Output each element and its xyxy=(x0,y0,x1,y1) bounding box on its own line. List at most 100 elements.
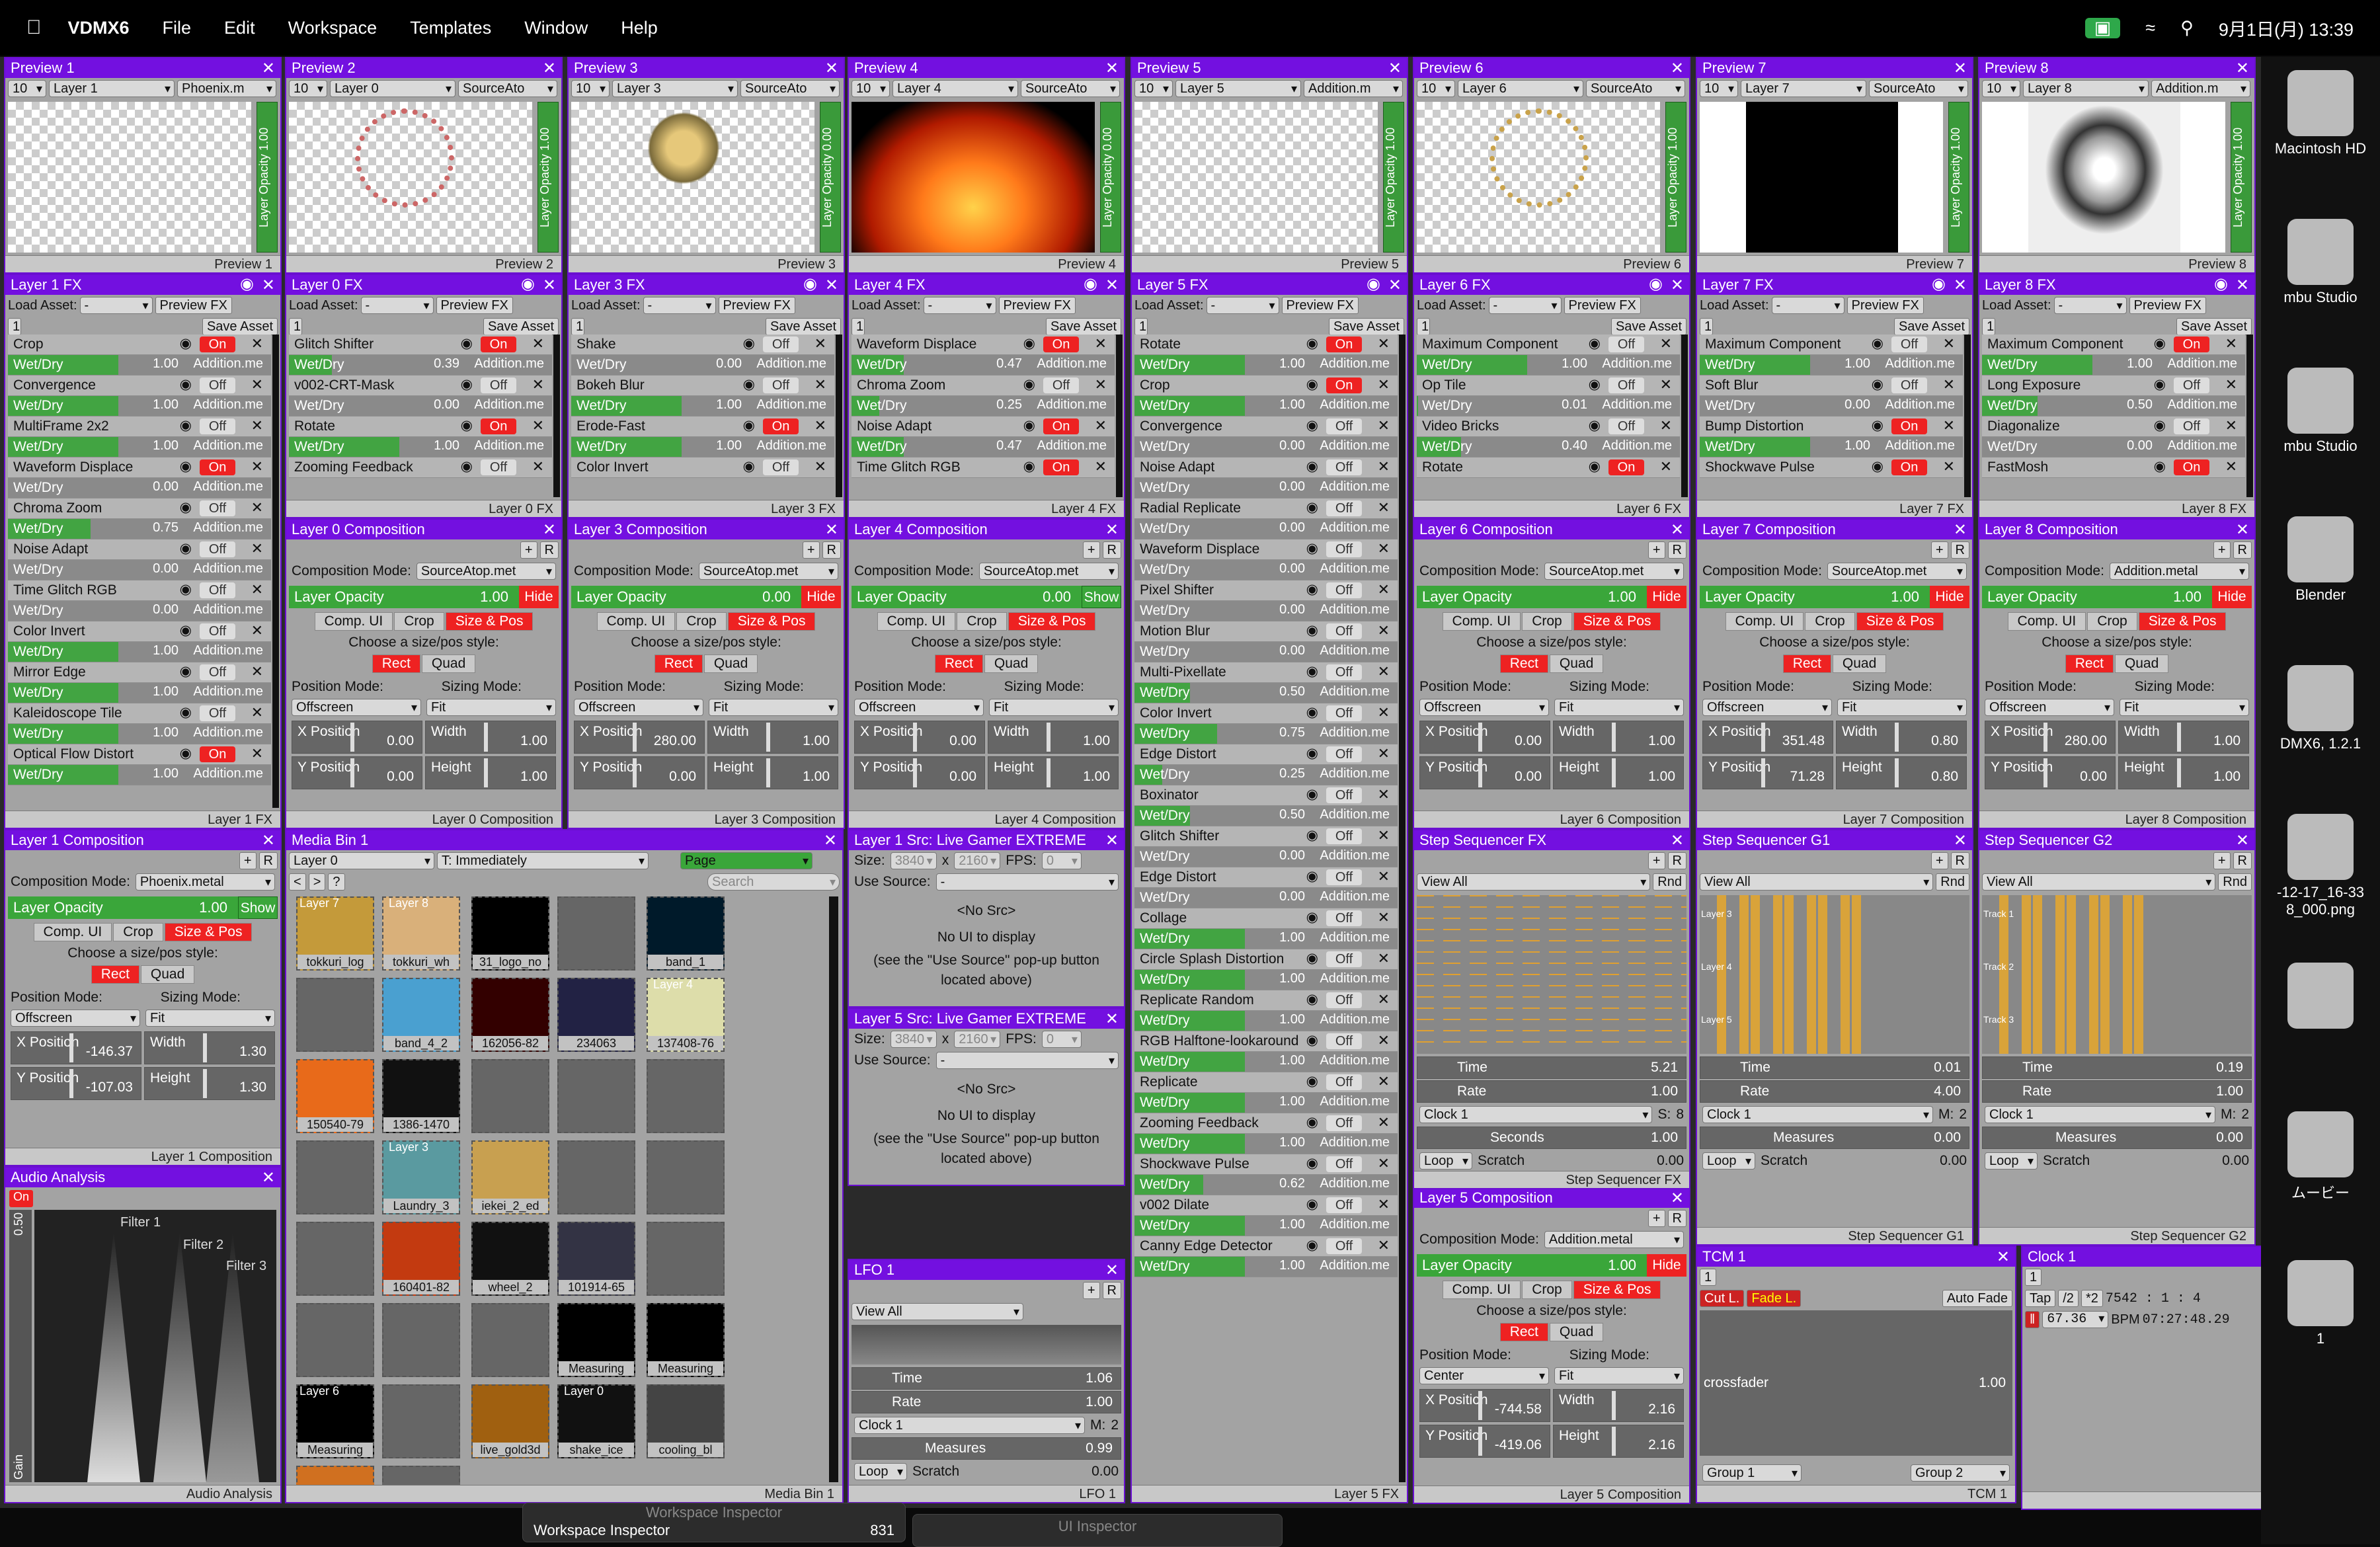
tab-comp-ui[interactable]: Comp. UI xyxy=(877,612,956,631)
eye-icon[interactable]: ◉ xyxy=(1932,275,1946,294)
next-page-button[interactable]: > xyxy=(308,873,326,891)
close-icon[interactable]: ✕ xyxy=(1378,1114,1390,1131)
desktop-icon[interactable]: 1 xyxy=(2261,1260,2380,1347)
comp-mode-select[interactable]: Addition.metal xyxy=(2109,563,2249,580)
close-icon[interactable]: ✕ xyxy=(251,622,263,639)
plus-icon[interactable]: + xyxy=(1930,852,1948,869)
rate-slider[interactable]: Rate 1.00 xyxy=(1982,1080,2252,1103)
close-icon[interactable]: ✕ xyxy=(814,335,826,352)
width-slider[interactable]: Width 1.30 xyxy=(144,1031,275,1064)
fx-toggle[interactable]: Off xyxy=(1891,377,1927,393)
fx-row[interactable]: Noise Adapt ◉ On ✕ xyxy=(852,416,1115,437)
close-icon[interactable]: ✕ xyxy=(1660,417,1672,434)
fps-input[interactable]: 0 xyxy=(1041,1031,1082,1048)
fx-row[interactable]: Zooming Feedback ◉ Off ✕ xyxy=(289,457,552,478)
height-slider[interactable]: Height 1.00 xyxy=(425,756,556,789)
height-input[interactable]: 2160 xyxy=(954,1031,1001,1048)
comp-mode-select[interactable]: SourceAtop.met xyxy=(416,563,556,580)
media-cell[interactable]: live_gold3d xyxy=(471,1384,549,1458)
close-icon[interactable]: ✕ xyxy=(1378,458,1390,475)
fx-row[interactable]: Edge Distort ◉ Off ✕ xyxy=(1134,867,1398,888)
media-cell[interactable]: 160401-82 xyxy=(382,1222,460,1296)
wet-dry-slider[interactable]: Wet/Dry 1.00 Addition.me xyxy=(1134,1257,1398,1277)
close-icon[interactable]: ✕ xyxy=(543,276,556,295)
wet-dry-slider[interactable]: Wet/Dry 0.40 Addition.me xyxy=(1417,437,1680,457)
quad-button[interactable]: Quad xyxy=(1832,654,1887,673)
preview-fx-button[interactable]: Preview FX xyxy=(1846,297,1924,314)
fx-toggle[interactable]: On xyxy=(1326,377,1362,393)
eye-icon[interactable]: ◉ xyxy=(1872,458,1884,475)
wet-dry-slider[interactable]: Wet/Dry 1.00 Addition.me xyxy=(8,683,271,703)
fx-scrollbar[interactable] xyxy=(553,335,560,497)
close-icon[interactable]: ✕ xyxy=(2225,335,2237,352)
fx-toggle[interactable]: Off xyxy=(200,705,235,721)
wet-dry-slider[interactable]: Wet/Dry 0.75 Addition.me xyxy=(8,519,271,539)
fx-row[interactable]: Kaleidoscope Tile ◉ Off ✕ xyxy=(8,703,271,724)
wet-dry-slider[interactable]: Wet/Dry 1.00 Addition.me xyxy=(8,724,271,744)
gain-slider[interactable]: 0.50 Gain xyxy=(9,1210,32,1482)
fx-toggle[interactable]: Off xyxy=(1326,951,1362,967)
preview-blend-select[interactable]: Addition.m xyxy=(1304,80,1403,97)
time-slider[interactable]: Time 0.19 xyxy=(1982,1056,2252,1079)
preview-size-select[interactable]: 10 xyxy=(852,80,890,97)
close-icon[interactable]: ✕ xyxy=(1378,663,1390,680)
eye-icon[interactable]: ◉ xyxy=(1306,581,1318,598)
position-mode-select[interactable]: Offscreen xyxy=(1985,699,2114,716)
eye-icon[interactable]: ◉ xyxy=(2154,458,2166,475)
eye-icon[interactable]: ◉ xyxy=(1306,1196,1318,1212)
tab-size-pos[interactable]: Size & Pos xyxy=(1573,1281,1661,1299)
layer-opacity-slider[interactable]: Layer Opacity 1.00 Hide xyxy=(1417,586,1686,608)
fx-toggle[interactable]: Off xyxy=(200,418,235,434)
sizing-mode-select[interactable]: Fit xyxy=(1554,1367,1684,1384)
fx-scrollbar[interactable] xyxy=(1964,335,1971,497)
fx-toggle[interactable]: Off xyxy=(1326,1156,1362,1172)
height-slider[interactable]: Height 1.00 xyxy=(988,756,1119,789)
fx-toggle[interactable]: Off xyxy=(1326,869,1362,885)
fx-toggle[interactable]: Off xyxy=(2174,377,2209,393)
close-icon[interactable]: ✕ xyxy=(251,335,263,352)
quad-button[interactable]: Quad xyxy=(1549,654,1604,673)
eye-icon[interactable]: ◉ xyxy=(180,499,192,516)
wet-dry-slider[interactable]: Wet/Dry 1.00 Addition.me xyxy=(1134,1216,1398,1236)
height-input[interactable]: 2160 xyxy=(954,852,1001,869)
close-icon[interactable]: ✕ xyxy=(1997,1248,2010,1267)
auto-fade-button[interactable]: Auto Fade xyxy=(1942,1290,2012,1307)
fx-row[interactable]: Noise Adapt ◉ Off ✕ xyxy=(1134,457,1398,478)
fx-toggle[interactable]: Off xyxy=(1608,337,1644,352)
x-position-slider[interactable]: X Position -146.37 xyxy=(11,1031,141,1064)
fx-toggle[interactable]: Off xyxy=(1326,623,1362,639)
plus-icon[interactable]: + xyxy=(1647,852,1665,869)
width-slider[interactable]: Width 0.80 xyxy=(1836,721,1967,754)
wet-dry-slider[interactable]: Wet/Dry 1.00 Addition.me xyxy=(1134,1134,1398,1154)
eye-icon[interactable]: ◉ xyxy=(1306,909,1318,926)
y-position-slider[interactable]: Y Position -107.03 xyxy=(11,1067,141,1100)
height-slider[interactable]: Height 1.00 xyxy=(1553,756,1684,789)
wet-dry-slider[interactable]: Wet/Dry 1.00 Addition.me xyxy=(8,355,271,376)
fx-toggle[interactable]: Off xyxy=(481,377,516,393)
tab-comp-ui[interactable]: Comp. UI xyxy=(1442,612,1521,631)
fx-row[interactable]: Glitch Shifter ◉ On ✕ xyxy=(289,335,552,355)
wet-dry-slider[interactable]: Wet/Dry 1.00 Addition.me xyxy=(8,642,271,662)
x-position-slider[interactable]: X Position 0.00 xyxy=(854,721,985,754)
wet-dry-slider[interactable]: Wet/Dry 0.00 Addition.me xyxy=(1134,560,1398,580)
quad-button[interactable]: Quad xyxy=(1549,1323,1604,1341)
quad-button[interactable]: Quad xyxy=(984,654,1039,673)
wet-dry-slider[interactable]: Wet/Dry 0.47 Addition.me xyxy=(852,355,1115,376)
fx-row[interactable]: Rotate ◉ On ✕ xyxy=(1134,335,1398,355)
load-asset-select[interactable]: - xyxy=(1206,297,1279,314)
wet-dry-slider[interactable]: Wet/Dry 0.75 Addition.me xyxy=(1134,724,1398,744)
quad-button[interactable]: Quad xyxy=(421,654,476,673)
fx-toggle[interactable]: On xyxy=(1891,418,1927,434)
height-slider[interactable]: Height 0.80 xyxy=(1836,756,1967,789)
tab-size-pos[interactable]: Size & Pos xyxy=(2138,612,2227,631)
close-icon[interactable]: ✕ xyxy=(2236,520,2249,539)
position-mode-select[interactable]: Offscreen xyxy=(574,699,703,716)
media-cell[interactable] xyxy=(382,1303,460,1377)
bpm-field[interactable]: 67.36 xyxy=(2042,1311,2109,1328)
sequencer-grid[interactable]: Track 1 Track 2 Track 3 xyxy=(1982,895,2252,1054)
close-icon[interactable]: ✕ xyxy=(1378,1073,1390,1090)
fx-row[interactable]: v002-CRT-Mask ◉ Off ✕ xyxy=(289,376,552,396)
tap-button[interactable]: Tap xyxy=(2025,1290,2056,1307)
eye-icon[interactable]: ◉ xyxy=(2154,417,2166,434)
fx-toggle[interactable]: Off xyxy=(481,459,516,475)
